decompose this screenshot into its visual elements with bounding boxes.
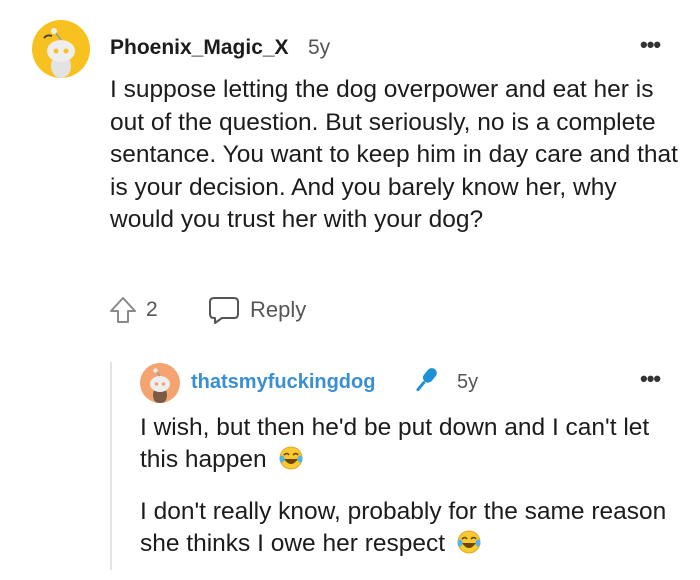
microphone-icon: [416, 368, 437, 392]
reply-paragraph: I don't really know, probably for the sa…: [140, 496, 680, 560]
reply-paragraph-text: I don't really know, probably for the sa…: [140, 498, 667, 557]
snoo-avatar-icon: [150, 368, 170, 403]
more-options-button[interactable]: •••: [640, 32, 661, 58]
avatar[interactable]: [32, 20, 90, 78]
vote-count: 2: [146, 298, 158, 321]
reply-button[interactable]: Reply: [208, 294, 318, 326]
more-options-button[interactable]: •••: [640, 366, 661, 392]
tears-of-joy-emoji-icon: [457, 530, 481, 554]
comment-body: I suppose letting the dog overpower and …: [110, 76, 678, 233]
thread-line[interactable]: [110, 362, 112, 570]
avatar[interactable]: [140, 363, 180, 403]
comment-age: 5y: [308, 36, 331, 59]
reply-body: I wish, but then he'd be put down and I …: [140, 412, 680, 580]
reply-label: Reply: [250, 297, 307, 322]
comment-actions: 2 Reply: [108, 294, 368, 326]
reply-age: 5y: [457, 371, 479, 393]
upvote-icon[interactable]: [108, 295, 138, 325]
comment-author[interactable]: Phoenix_Magic_X: [110, 36, 289, 60]
snoo-avatar-icon: [43, 28, 75, 78]
reply-paragraph: I wish, but then he'd be put down and I …: [140, 412, 680, 476]
speech-bubble-icon: [209, 297, 239, 324]
reply-author[interactable]: thatsmyfuckingdog: [191, 371, 375, 394]
tears-of-joy-emoji-icon: [279, 446, 302, 470]
reply-paragraph-text: I wish, but then he'd be put down and I …: [140, 414, 650, 473]
